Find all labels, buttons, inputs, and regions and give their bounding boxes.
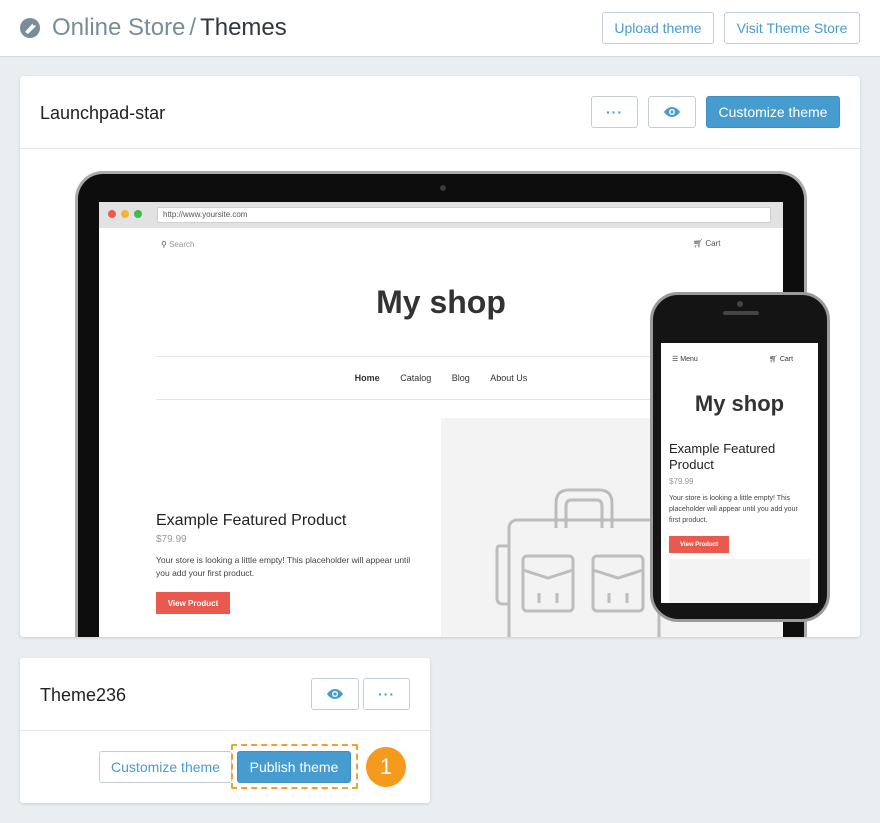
mobile-menu-label: Menu xyxy=(680,356,698,363)
current-theme-name: Launchpad-star xyxy=(40,103,166,123)
cart-icon: 🛒︎ xyxy=(693,239,704,248)
more-icon: ··· xyxy=(378,686,395,702)
browser-close-dot xyxy=(108,210,116,218)
site-nav-about: About Us xyxy=(490,373,528,383)
card-divider xyxy=(20,730,430,731)
step-badge: 1 xyxy=(366,747,406,787)
top-bar: Online Store / Themes Upload theme Visit T… xyxy=(0,0,880,57)
preview-theme-button[interactable] xyxy=(648,96,696,128)
mobile-menu: ☰ Menu xyxy=(672,355,698,363)
browser-maximize-dot xyxy=(134,210,142,218)
theme236-customize-button[interactable]: Customize theme xyxy=(99,751,232,783)
phone-preview: ☰ Menu 🛒︎ Cart My shop Example Featured … xyxy=(650,292,830,622)
mobile-product-description: Your store is looking a little empty! Th… xyxy=(669,495,798,524)
theme236-preview-button[interactable] xyxy=(311,678,359,710)
url-bar: http://www.yoursite.com xyxy=(157,207,771,223)
browser-minimize-dot xyxy=(121,210,129,218)
theme-library-card: Theme236 ··· Customize theme Publish the… xyxy=(20,658,430,803)
featured-product-description: Your store is looking a little empty! Th… xyxy=(156,555,411,578)
mobile-cart: 🛒︎ Cart xyxy=(769,355,793,363)
site-cart: 🛒︎ Cart xyxy=(693,239,721,248)
card-divider xyxy=(20,148,860,149)
mobile-cart-label: Cart xyxy=(779,356,794,363)
site-nav-catalog: Catalog xyxy=(400,373,432,383)
mobile-cart-icon: 🛒︎ xyxy=(769,356,778,363)
mobile-product-image xyxy=(669,559,810,603)
customize-theme-button[interactable]: Customize theme xyxy=(706,96,840,128)
page-title: Themes xyxy=(200,14,287,41)
site-nav-home: Home xyxy=(354,373,380,383)
mobile-view-product-button: View Product xyxy=(669,536,729,553)
laptop-camera xyxy=(440,185,446,191)
publish-highlight xyxy=(231,744,358,789)
theme-actions-more-button[interactable]: ··· xyxy=(591,96,638,128)
mobile-screen: ☰ Menu 🛒︎ Cart My shop Example Featured … xyxy=(661,343,818,603)
search-icon: ⚲ xyxy=(161,240,167,249)
site-nav-blog: Blog xyxy=(451,373,470,383)
browser-bar: http://www.yoursite.com xyxy=(99,202,783,228)
visit-theme-store-button[interactable]: Visit Theme Store xyxy=(724,12,860,44)
site-divider-bottom xyxy=(156,399,726,400)
mobile-product-price: $79.99 xyxy=(669,477,694,486)
theme236-more-button[interactable]: ··· xyxy=(363,678,410,710)
featured-product-price: $79.99 xyxy=(156,534,187,545)
breadcrumb-online-store[interactable]: Online Store xyxy=(52,14,185,41)
current-theme-card: Launchpad-star ··· Customize theme http:… xyxy=(20,76,860,637)
mobile-site-title: My shop xyxy=(694,391,785,416)
mobile-product-title: Example Featured Product xyxy=(669,441,776,472)
featured-product-title: Example Featured Product xyxy=(156,512,347,529)
view-product-button: View Product xyxy=(156,592,230,614)
more-icon: ··· xyxy=(606,104,623,120)
theme236-name: Theme236 xyxy=(40,685,127,705)
breadcrumb: Online Store / Themes xyxy=(52,14,287,42)
site-divider-top xyxy=(156,356,726,357)
site-search: ⚲ Search xyxy=(161,240,194,249)
phone-camera xyxy=(737,301,743,307)
online-store-icon xyxy=(20,18,40,38)
site-cart-label: Cart xyxy=(705,239,721,248)
upload-theme-button[interactable]: Upload theme xyxy=(602,12,714,44)
eye-icon xyxy=(664,107,680,117)
breadcrumb-separator: / xyxy=(189,14,197,41)
eye-icon xyxy=(327,689,343,699)
phone-speaker xyxy=(723,311,759,315)
site-search-label: Search xyxy=(169,240,195,249)
hamburger-icon: ☰ xyxy=(672,356,679,363)
